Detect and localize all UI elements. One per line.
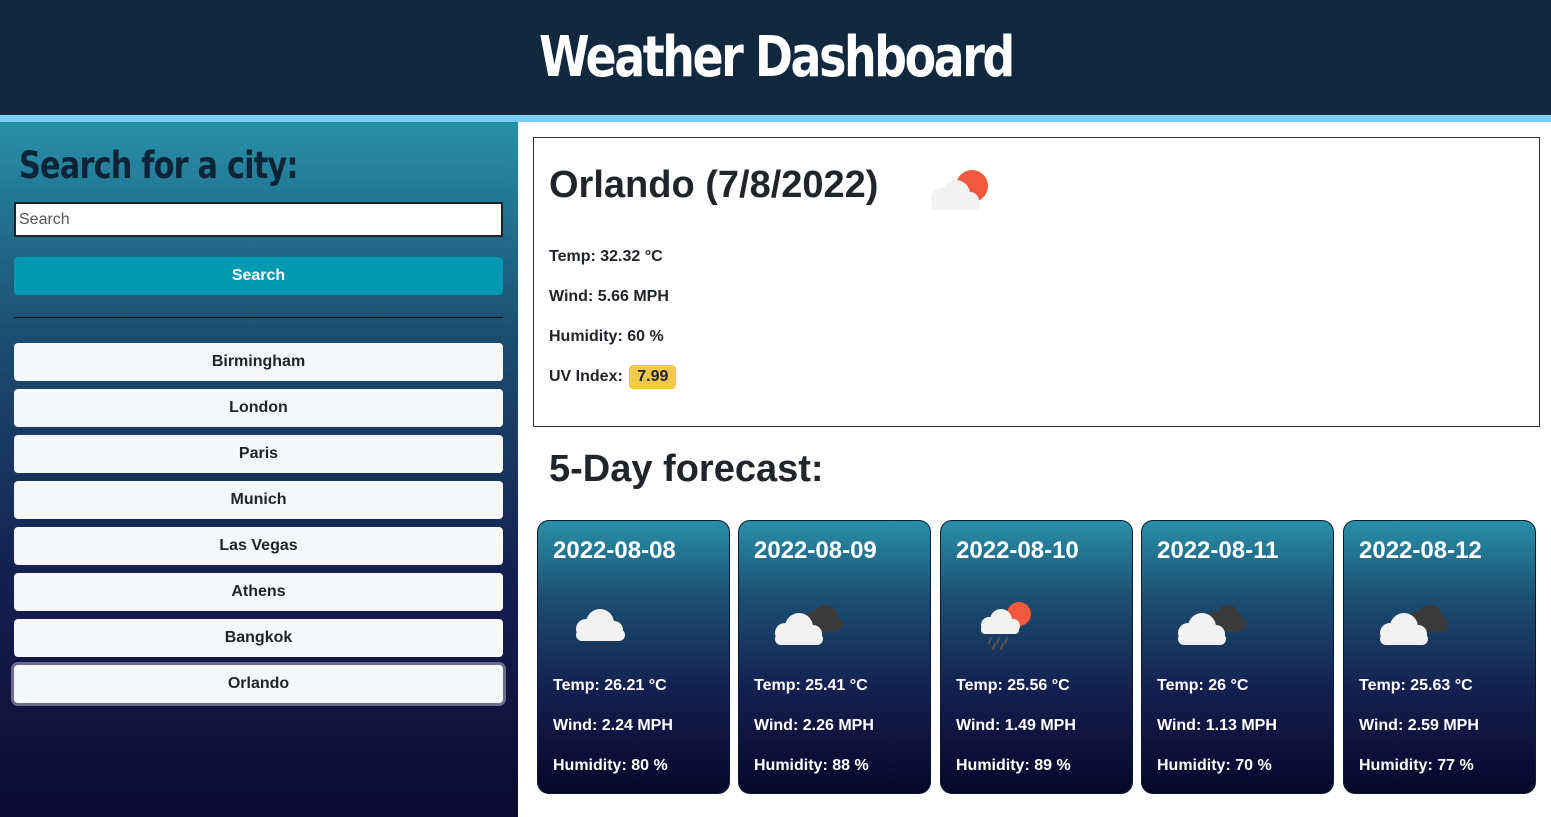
forecast-card: 2022-08-09 Temp: 25.41 °C Wind: 2.26 MPH…: [738, 520, 931, 794]
page-header: Weather Dashboard: [0, 0, 1551, 115]
history-city-button[interactable]: Athens: [14, 573, 503, 611]
forecast-date: 2022-08-11: [1157, 537, 1279, 564]
history-city-button[interactable]: London: [14, 389, 503, 427]
search-input[interactable]: [14, 202, 503, 237]
current-weather-panel: Orlando (7/8/2022) Temp: 32.32 °C Wind: …: [533, 137, 1540, 427]
forecast-humidity: Humidity: 88 %: [754, 757, 869, 774]
current-temp: Temp: 32.32 °C: [549, 248, 663, 265]
history-city-button[interactable]: Las Vegas: [14, 527, 503, 565]
forecast-date: 2022-08-12: [1359, 537, 1482, 564]
forecast-card: 2022-08-10 Temp: 25.56 °C Wind: 1.49 MPH…: [940, 520, 1133, 794]
overcast-cloud-icon: [1172, 599, 1248, 654]
forecast-humidity: Humidity: 89 %: [956, 757, 1071, 774]
forecast-temp: Temp: 25.56 °C: [956, 677, 1070, 694]
forecast-humidity: Humidity: 80 %: [553, 757, 668, 774]
forecast-wind: Wind: 1.49 MPH: [956, 717, 1076, 734]
uv-badge: 7.99: [629, 365, 677, 389]
history-city-button[interactable]: Birmingham: [14, 343, 503, 381]
forecast-wind: Wind: 2.59 MPH: [1359, 717, 1479, 734]
search-heading: Search for a city:: [19, 144, 298, 187]
overcast-cloud-icon: [1374, 599, 1450, 654]
forecast-date: 2022-08-10: [956, 537, 1079, 564]
forecast-wind: Wind: 2.26 MPH: [754, 717, 874, 734]
uv-label: UV Index:: [549, 368, 623, 385]
forecast-temp: Temp: 25.63 °C: [1359, 677, 1473, 694]
history-city-button[interactable]: Paris: [14, 435, 503, 473]
forecast-card: 2022-08-12 Temp: 25.63 °C Wind: 2.59 MPH…: [1343, 520, 1536, 794]
history-city-button[interactable]: Bangkok: [14, 619, 503, 657]
header-divider: [0, 115, 1551, 122]
history-city-button[interactable]: Orlando: [14, 665, 503, 703]
forecast-card: 2022-08-08 Temp: 26.21 °C Wind: 2.24 MPH…: [537, 520, 730, 794]
forecast-date: 2022-08-09: [754, 537, 877, 564]
forecast-temp: Temp: 25.41 °C: [754, 677, 868, 694]
forecast-wind: Wind: 1.13 MPH: [1157, 717, 1277, 734]
forecast-humidity: Humidity: 77 %: [1359, 757, 1474, 774]
search-button[interactable]: Search: [14, 257, 503, 295]
forecast-card: 2022-08-11 Temp: 26 °C Wind: 1.13 MPH Hu…: [1141, 520, 1334, 794]
page-title: Weather Dashboard: [538, 25, 1015, 90]
current-city-heading: Orlando (7/8/2022): [549, 164, 879, 206]
current-humidity: Humidity: 60 %: [549, 328, 664, 345]
cloud-sun-icon: [922, 166, 992, 221]
search-history: Birmingham London Paris Munich Las Vegas…: [14, 343, 503, 711]
rain-sun-icon: [971, 599, 1041, 656]
forecast-wind: Wind: 2.24 MPH: [553, 717, 673, 734]
forecast-temp: Temp: 26 °C: [1157, 677, 1249, 694]
current-wind: Wind: 5.66 MPH: [549, 288, 669, 305]
history-city-button[interactable]: Munich: [14, 481, 503, 519]
cloud-icon: [568, 599, 638, 652]
sidebar-divider: [14, 317, 503, 318]
forecast-humidity: Humidity: 70 %: [1157, 757, 1272, 774]
forecast-temp: Temp: 26.21 °C: [553, 677, 667, 694]
forecast-title: 5-Day forecast:: [549, 448, 824, 490]
sidebar: Search for a city: Search Birmingham Lon…: [0, 122, 518, 817]
overcast-cloud-icon: [769, 599, 845, 654]
forecast-date: 2022-08-08: [553, 537, 676, 564]
current-uv: UV Index: 7.99: [549, 365, 677, 389]
